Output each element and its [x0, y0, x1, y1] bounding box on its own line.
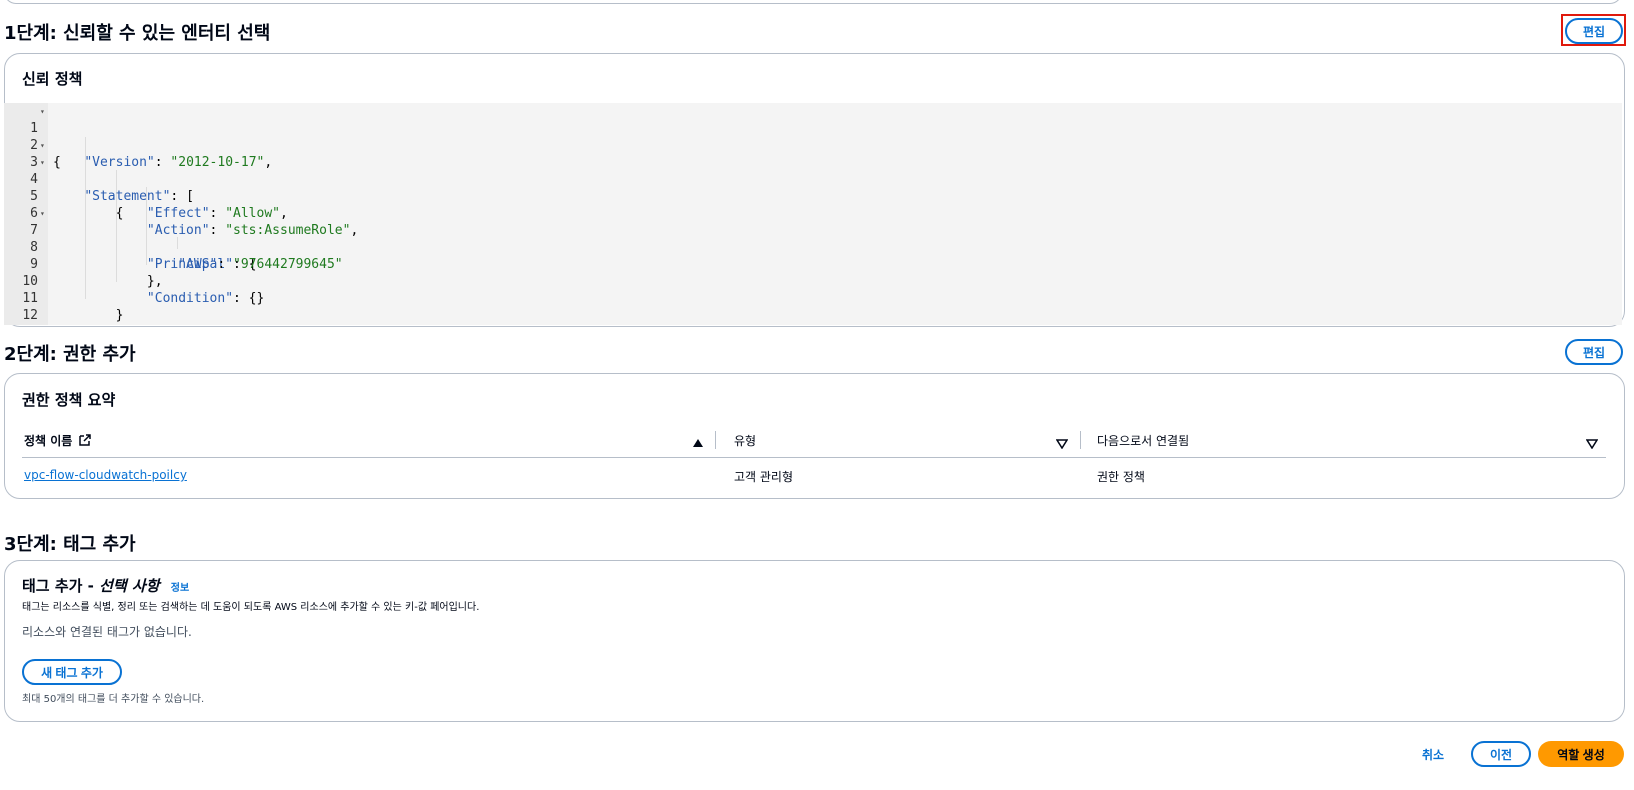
policy-name-link[interactable]: vpc-flow-cloudwatch-poilcy [24, 468, 187, 482]
code-line: 3 ▾ "Statement": [ [4, 137, 1622, 204]
column-header-attached-as[interactable]: 다음으로서 연결됨 [1097, 432, 1189, 449]
code-line: 8 "AWS": "976442799645" [4, 222, 1622, 272]
sort-descending-icon[interactable] [1055, 434, 1069, 453]
code-line: 11 } [4, 273, 1622, 323]
no-tags-text: 리소스와 연결된 태그가 없습니다. [22, 625, 192, 639]
trust-policy-title: 신뢰 정책 [22, 70, 83, 88]
fold-arrow-icon[interactable]: ▾ [40, 137, 45, 154]
policy-attached-as-cell: 권한 정책 [1097, 470, 1145, 484]
code-line: 5 "Effect": "Allow", [4, 171, 1622, 221]
column-separator [1080, 431, 1081, 449]
permissions-summary-title: 권한 정책 요약 [22, 391, 116, 409]
previous-section-card-edge [4, 0, 1622, 4]
column-separator [715, 431, 716, 449]
column-header-policy-name[interactable]: 정책 이름 [24, 432, 91, 449]
code-line: 2 "Version": "2012-10-17", [4, 120, 1622, 170]
policy-type-cell: 고객 관리형 [734, 470, 794, 484]
tag-limit-hint: 최대 50개의 태그를 더 추가할 수 있습니다. [22, 694, 205, 705]
fold-arrow-icon[interactable]: ▾ [40, 154, 45, 171]
step2-title: 2단계: 권한 추가 [4, 344, 136, 365]
sort-ascending-icon[interactable] [692, 433, 704, 452]
external-link-icon [78, 434, 91, 449]
code-line: 12 ] [4, 290, 1622, 323]
line-number: 13 [4, 324, 38, 325]
fold-arrow-icon[interactable]: ▾ [40, 205, 45, 222]
permissions-summary-card [4, 373, 1625, 499]
code-line: 4 ▾ { [4, 154, 1622, 221]
previous-button[interactable]: 이전 [1471, 741, 1531, 767]
add-tags-title: 태그 추가 - 선택 사항 정보 [22, 577, 190, 595]
code-line: 6 "Action": "sts:AssumeRole", [4, 188, 1622, 238]
column-header-type[interactable]: 유형 [734, 432, 756, 449]
code-line: 7 ▾ "Principal": { [4, 205, 1622, 272]
step2-edit-button[interactable]: 편집 [1565, 339, 1623, 365]
add-new-tag-button[interactable]: 새 태그 추가 [22, 659, 122, 685]
fold-arrow-icon[interactable]: ▾ [40, 103, 45, 120]
code-line: 1 ▾ { [4, 103, 1622, 170]
info-link[interactable]: 정보 [171, 583, 189, 594]
code-line: 13 } [4, 307, 1622, 324]
add-tags-card [4, 560, 1625, 722]
code-line: 9 }, [4, 239, 1622, 289]
step3-title: 3단계: 태그 추가 [4, 534, 136, 555]
code-text: ] [53, 324, 92, 325]
cancel-button[interactable]: 취소 [1422, 746, 1444, 763]
sort-descending-icon[interactable] [1585, 434, 1599, 453]
step1-edit-button[interactable]: 편집 [1565, 18, 1623, 44]
step1-title: 1단계: 신뢰할 수 있는 엔터티 선택 [4, 23, 271, 44]
table-header-divider [22, 457, 1606, 458]
trust-policy-code-editor[interactable]: 1 ▾ { 2 "Version": "2012-10-17", 3 ▾ "St… [4, 103, 1622, 325]
code-line: 10 "Condition": {} [4, 256, 1622, 306]
add-tags-description: 태그는 리소스를 식별, 정리 또는 검색하는 데 도움이 되도록 AWS 리소… [22, 602, 480, 613]
create-role-button[interactable]: 역할 생성 [1538, 741, 1624, 767]
